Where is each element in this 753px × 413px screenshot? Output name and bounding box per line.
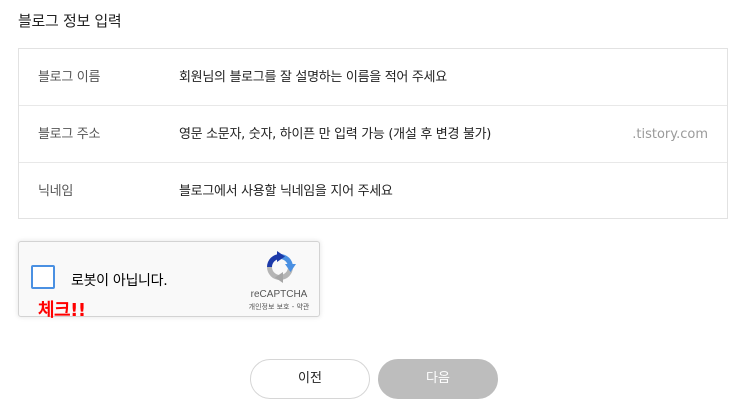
recaptcha-label: 로봇이 아닙니다.: [71, 273, 168, 289]
blog-address-input[interactable]: [179, 106, 609, 162]
previous-button[interactable]: 이전: [250, 359, 370, 399]
blog-info-form: 블로그 이름 블로그 주소 .tistory.com 닉네임: [18, 48, 728, 219]
recaptcha-logo-icon: [267, 251, 296, 283]
blog-name-label: 블로그 이름: [38, 70, 101, 85]
domain-suffix: .tistory.com: [632, 127, 708, 142]
next-button[interactable]: 다음: [378, 359, 498, 399]
nickname-row: 닉네임: [19, 163, 727, 220]
blog-name-input[interactable]: [179, 49, 609, 105]
recaptcha-checkbox[interactable]: [31, 265, 55, 289]
recaptcha-privacy-terms-links[interactable]: 개인정보 보호 - 약관: [231, 302, 327, 312]
check-annotation: 체크!!: [38, 300, 86, 321]
nickname-input[interactable]: [179, 163, 609, 219]
nickname-label: 닉네임: [38, 184, 73, 199]
blog-name-row: 블로그 이름: [19, 49, 727, 106]
recaptcha-brand-label: reCAPTCHA: [250, 289, 308, 300]
page-title: 블로그 정보 입력: [18, 12, 122, 30]
blog-address-row: 블로그 주소 .tistory.com: [19, 106, 727, 163]
blog-address-label: 블로그 주소: [38, 127, 101, 142]
